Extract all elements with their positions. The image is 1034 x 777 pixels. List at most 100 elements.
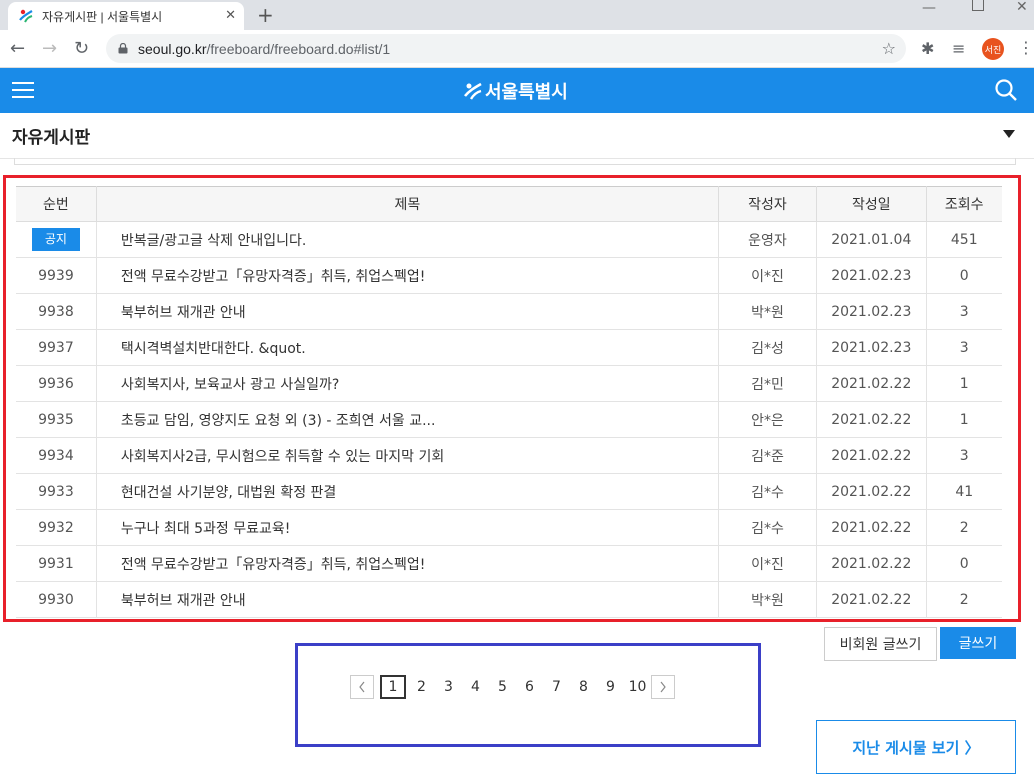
- page-link[interactable]: 8: [570, 676, 597, 698]
- window-close-icon[interactable]: ✕: [1016, 0, 1028, 15]
- lock-icon: [118, 43, 128, 54]
- table-row[interactable]: 9930 북부허브 재개관 안내 박*원 2021.02.22 2: [16, 581, 1002, 618]
- post-author: 박*원: [718, 581, 818, 618]
- post-author: 김*성: [718, 329, 818, 366]
- search-icon[interactable]: [994, 78, 1018, 102]
- post-title-link[interactable]: 전액 무료수강받고「유망자격증」취득, 취업스펙업!: [96, 257, 719, 294]
- board-table: 순번 제목 작성자 작성일 조회수 공지 반복글/광고글 삭제 안내입니다. 운…: [16, 186, 1002, 618]
- profile-avatar-label: 서진: [984, 45, 1002, 56]
- board-title-bar[interactable]: 자유게시판: [0, 113, 1034, 159]
- post-number: 9935: [16, 401, 97, 438]
- site-logo[interactable]: 서울특별시: [463, 78, 568, 104]
- post-date: 2021.01.04: [816, 221, 927, 258]
- col-header-number: 순번: [16, 186, 97, 222]
- address-bar[interactable]: seoul.go.kr/freeboard/freeboard.do#list/…: [106, 34, 906, 63]
- post-title-link[interactable]: 사회복지사, 보육교사 광고 사실일까?: [96, 365, 719, 402]
- row-number-cell: 공지: [16, 221, 97, 258]
- post-number: 9930: [16, 581, 97, 618]
- write-button[interactable]: 글쓰기: [940, 627, 1016, 659]
- new-tab-icon[interactable]: +: [257, 3, 274, 27]
- reload-icon[interactable]: ↻: [74, 38, 89, 59]
- post-views: 0: [926, 257, 1002, 294]
- page-link[interactable]: 10: [624, 676, 651, 698]
- post-title-link[interactable]: 북부허브 재개관 안내: [96, 293, 719, 330]
- window-maximize-icon[interactable]: [972, 0, 984, 11]
- table-row[interactable]: 9932 누구나 최대 5과정 무료교육! 김*수 2021.02.22 2: [16, 509, 1002, 546]
- post-date: 2021.02.23: [816, 293, 927, 330]
- post-views: 1: [926, 365, 1002, 402]
- post-author: 김*민: [718, 365, 818, 402]
- next-page-chevron-right-icon[interactable]: [651, 675, 675, 699]
- extensions-puzzle-icon[interactable]: ✱: [921, 39, 934, 58]
- tab-close-icon[interactable]: ✕: [225, 8, 236, 23]
- table-row[interactable]: 9934 사회복지사2급, 무시험으로 취득할 수 있는 마지막 기회 김*준 …: [16, 437, 1002, 474]
- page-link[interactable]: 6: [516, 676, 543, 698]
- browser-tab-active[interactable]: 자유게시판 | 서울특별시 ✕: [8, 2, 244, 30]
- post-date: 2021.02.22: [816, 437, 927, 474]
- page-link[interactable]: 5: [489, 676, 516, 698]
- post-title-link[interactable]: 누구나 최대 5과정 무료교육!: [96, 509, 719, 546]
- browser-menu-icon[interactable]: ⋮: [1018, 38, 1034, 57]
- post-views: 3: [926, 437, 1002, 474]
- table-row[interactable]: 9933 현대건설 사기분양, 대법원 확정 판결 김*수 2021.02.22…: [16, 473, 1002, 510]
- browser-toolbar: ← → ↻ seoul.go.kr/freeboard/freeboard.do…: [0, 30, 1034, 68]
- guest-write-button[interactable]: 비회원 글쓰기: [824, 627, 937, 661]
- page-link[interactable]: 2: [408, 676, 435, 698]
- post-title-link[interactable]: 택시격벽설치반대한다. &quot.: [96, 329, 719, 366]
- post-number: 9937: [16, 329, 97, 366]
- reading-list-icon[interactable]: ≡: [952, 39, 965, 58]
- post-views: 1: [926, 401, 1002, 438]
- caret-down-icon[interactable]: [1003, 130, 1015, 138]
- bookmark-star-icon[interactable]: ☆: [882, 39, 896, 58]
- back-arrow-icon[interactable]: ←: [10, 38, 25, 59]
- page-link[interactable]: 4: [462, 676, 489, 698]
- post-title-link[interactable]: 초등교 담임, 영양지도 요청 외 (3) - 조희연 서울 교...: [96, 401, 719, 438]
- table-row[interactable]: 9937 택시격벽설치반대한다. &quot. 김*성 2021.02.23 3: [16, 329, 1002, 366]
- prev-page-chevron-left-icon[interactable]: [350, 675, 374, 699]
- table-row[interactable]: 9935 초등교 담임, 영양지도 요청 외 (3) - 조희연 서울 교...…: [16, 401, 1002, 438]
- post-date: 2021.02.22: [816, 581, 927, 618]
- col-header-author: 작성자: [718, 186, 818, 222]
- post-date: 2021.02.22: [816, 509, 927, 546]
- table-row[interactable]: 9936 사회복지사, 보육교사 광고 사실일까? 김*민 2021.02.22…: [16, 365, 1002, 402]
- post-views: 0: [926, 545, 1002, 582]
- post-number: 9931: [16, 545, 97, 582]
- window-minimize-icon[interactable]: —: [922, 0, 936, 16]
- post-views: 41: [926, 473, 1002, 510]
- profile-avatar[interactable]: 서진: [982, 38, 1004, 60]
- post-title-link[interactable]: 현대건설 사기분양, 대법원 확정 판결: [96, 473, 719, 510]
- post-number: 9932: [16, 509, 97, 546]
- post-title-link[interactable]: 사회복지사2급, 무시험으로 취득할 수 있는 마지막 기회: [96, 437, 719, 474]
- post-author: 김*수: [718, 509, 818, 546]
- post-views: 2: [926, 509, 1002, 546]
- page-link[interactable]: 7: [543, 676, 570, 698]
- post-date: 2021.02.22: [816, 365, 927, 402]
- post-title-link[interactable]: 북부허브 재개관 안내: [96, 581, 719, 618]
- col-header-views: 조회수: [926, 186, 1002, 222]
- post-title-link[interactable]: 전액 무료수강받고「유망자격증」취득, 취업스펙업!: [96, 545, 719, 582]
- board-title: 자유게시판: [12, 128, 91, 148]
- hamburger-menu-icon[interactable]: [12, 82, 34, 99]
- filter-strip: [14, 158, 1016, 165]
- post-author: 안*은: [718, 401, 818, 438]
- post-number: 9938: [16, 293, 97, 330]
- post-date: 2021.02.22: [816, 545, 927, 582]
- page-link[interactable]: 9: [597, 676, 624, 698]
- post-author: 운영자: [718, 221, 818, 258]
- post-title-link[interactable]: 반복글/광고글 삭제 안내입니다.: [96, 221, 719, 258]
- page-link[interactable]: 3: [435, 676, 462, 698]
- post-number: 9936: [16, 365, 97, 402]
- past-posts-button[interactable]: 지난 게시물 보기 〉: [816, 720, 1016, 774]
- table-row[interactable]: 9939 전액 무료수강받고「유망자격증」취득, 취업스펙업! 이*진 2021…: [16, 257, 1002, 294]
- post-author: 박*원: [718, 293, 818, 330]
- forward-arrow-icon[interactable]: →: [42, 38, 57, 59]
- table-row[interactable]: 9931 전액 무료수강받고「유망자격증」취득, 취업스펙업! 이*진 2021…: [16, 545, 1002, 582]
- post-author: 김*수: [718, 473, 818, 510]
- site-header: 서울특별시: [0, 68, 1034, 113]
- page-link-current[interactable]: 1: [380, 675, 406, 699]
- table-row-notice[interactable]: 공지 반복글/광고글 삭제 안내입니다. 운영자 2021.01.04 451: [16, 221, 1002, 258]
- table-row[interactable]: 9938 북부허브 재개관 안내 박*원 2021.02.23 3: [16, 293, 1002, 330]
- post-number: 9939: [16, 257, 97, 294]
- seoul-favicon-icon: [19, 9, 33, 23]
- post-date: 2021.02.23: [816, 257, 927, 294]
